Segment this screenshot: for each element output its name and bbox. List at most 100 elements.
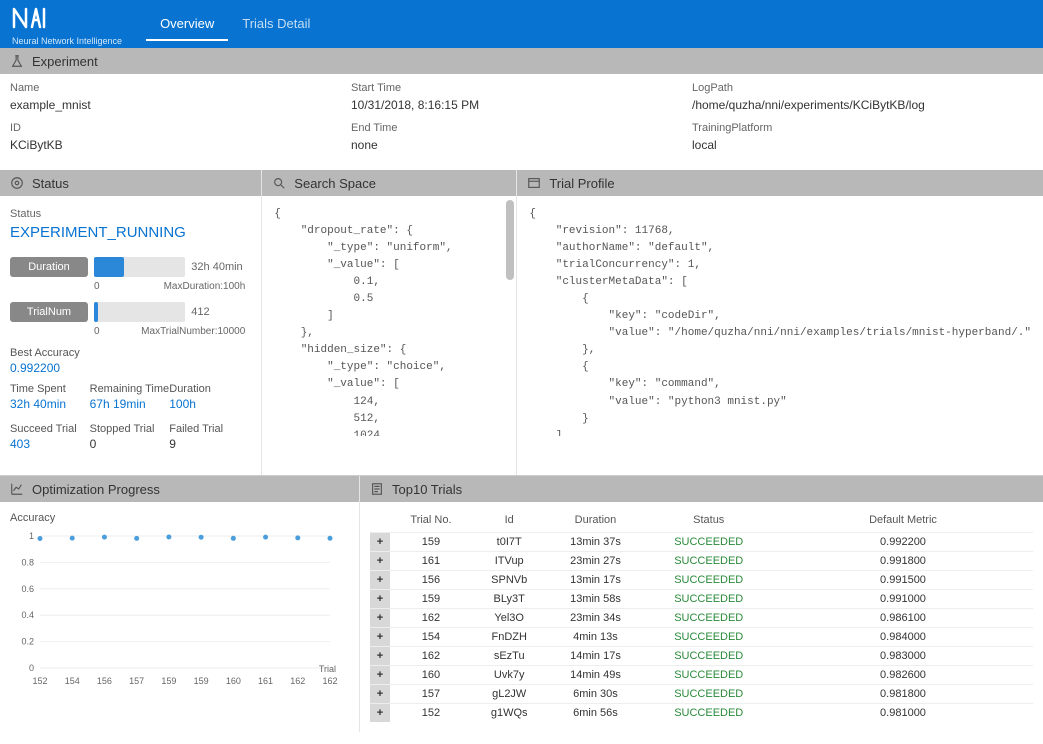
expand-row-button[interactable]: + (370, 552, 390, 571)
start-time-value: 10/31/2018, 8:16:15 PM (351, 98, 692, 112)
failed-label: Failed Trial (169, 423, 249, 435)
duration-min: 0 (94, 281, 100, 292)
status-value: EXPERIMENT_RUNNING (10, 224, 251, 241)
experiment-info: Name example_mnist ID KCiBytKB Start Tim… (0, 74, 1043, 170)
table-row: +162sEzTu14min 17sSUCCEEDED0.983000 (370, 647, 1033, 666)
svg-text:0.4: 0.4 (21, 610, 34, 620)
cell-duration: 13min 37s (546, 533, 644, 552)
cell-metric: 0.991800 (773, 552, 1033, 571)
top10-title: Top10 Trials (392, 482, 462, 497)
cell-trialno: 161 (390, 552, 472, 571)
end-time-label: End Time (351, 122, 692, 134)
trialnum-bar-value: 412 (191, 306, 251, 318)
tab-overview[interactable]: Overview (146, 8, 228, 41)
cell-status: SUCCEEDED (644, 552, 773, 571)
flask-icon (10, 54, 24, 68)
expand-row-button[interactable]: + (370, 704, 390, 723)
dur2-label: Duration (169, 383, 249, 395)
svg-text:154: 154 (65, 676, 80, 686)
col-id: Id (472, 508, 547, 533)
cell-metric: 0.986100 (773, 609, 1033, 628)
status-label: Status (10, 208, 251, 220)
cell-status: SUCCEEDED (644, 533, 773, 552)
cell-trialno: 160 (390, 666, 472, 685)
logpath-label: LogPath (692, 82, 1033, 94)
svg-text:160: 160 (226, 676, 241, 686)
time-spent-label: Time Spent (10, 383, 90, 395)
cell-duration: 13min 17s (546, 571, 644, 590)
logpath-value: /home/quzha/nni/experiments/KCiBytKB/log (692, 98, 1033, 112)
best-acc-value: 0.992200 (10, 361, 251, 375)
expand-row-button[interactable]: + (370, 666, 390, 685)
status-section-header: Status (0, 170, 261, 196)
cell-duration: 13min 58s (546, 590, 644, 609)
cell-trialno: 154 (390, 628, 472, 647)
trialnum-max: MaxTrialNumber:10000 (141, 326, 245, 337)
svg-text:156: 156 (97, 676, 112, 686)
main-tabs: Overview Trials Detail (146, 8, 324, 41)
top10-section-header: Top10 Trials (360, 476, 1043, 502)
col-metric: Default Metric (773, 508, 1033, 533)
dur2-value: 100h (169, 397, 249, 411)
expand-row-button[interactable]: + (370, 628, 390, 647)
expand-row-button[interactable]: + (370, 685, 390, 704)
stopped-label: Stopped Trial (90, 423, 170, 435)
tab-trials-detail[interactable]: Trials Detail (228, 8, 324, 41)
cell-id: t0I7T (472, 533, 547, 552)
cell-status: SUCCEEDED (644, 666, 773, 685)
cell-status: SUCCEEDED (644, 609, 773, 628)
cell-status: SUCCEEDED (644, 590, 773, 609)
table-row: +157gL2JW6min 30sSUCCEEDED0.981800 (370, 685, 1033, 704)
cell-status: SUCCEEDED (644, 571, 773, 590)
trialnum-min: 0 (94, 326, 100, 337)
cell-duration: 6min 30s (546, 685, 644, 704)
nni-logo-icon (12, 3, 56, 31)
trial-profile-content: { "revision": 11768, "authorName": "defa… (517, 196, 1043, 436)
svg-text:0.6: 0.6 (21, 584, 34, 594)
col-status: Status (644, 508, 773, 533)
cell-trialno: 156 (390, 571, 472, 590)
cell-metric: 0.991500 (773, 571, 1033, 590)
search-space-scrollbar[interactable] (506, 200, 514, 280)
profile-icon (527, 176, 541, 190)
cell-metric: 0.992200 (773, 533, 1033, 552)
cell-duration: 6min 56s (546, 704, 644, 723)
trialnum-bar-label: TrialNum (10, 302, 88, 322)
failed-value: 9 (169, 437, 249, 451)
cell-metric: 0.983000 (773, 647, 1033, 666)
experiment-section-header: Experiment (0, 48, 1043, 74)
remaining-label: Remaining Time (90, 383, 170, 395)
opt-chart: 00.20.40.60.8115215415615715915916016116… (10, 530, 340, 690)
search-icon (272, 176, 286, 190)
id-label: ID (10, 122, 351, 134)
trialnum-bar (94, 302, 185, 322)
search-space-title: Search Space (294, 176, 376, 191)
stopped-value: 0 (90, 437, 170, 451)
best-acc-label: Best Accuracy (10, 347, 251, 359)
expand-row-button[interactable]: + (370, 571, 390, 590)
cell-id: FnDZH (472, 628, 547, 647)
expand-row-button[interactable]: + (370, 647, 390, 666)
col-duration: Duration (546, 508, 644, 533)
cell-status: SUCCEEDED (644, 704, 773, 723)
cell-metric: 0.981000 (773, 704, 1033, 723)
expand-row-button[interactable]: + (370, 590, 390, 609)
platform-value: local (692, 138, 1033, 152)
opt-progress-section-header: Optimization Progress (0, 476, 359, 502)
svg-text:1: 1 (29, 531, 34, 541)
duration-bar-fill (94, 257, 124, 277)
expand-row-button[interactable]: + (370, 609, 390, 628)
duration-bar (94, 257, 185, 277)
platform-label: TrainingPlatform (692, 122, 1033, 134)
trial-profile-title: Trial Profile (549, 176, 614, 191)
svg-text:157: 157 (129, 676, 144, 686)
cell-trialno: 157 (390, 685, 472, 704)
cell-trialno: 159 (390, 590, 472, 609)
opt-progress-title: Optimization Progress (32, 482, 160, 497)
expand-row-button[interactable]: + (370, 533, 390, 552)
cell-metric: 0.991000 (773, 590, 1033, 609)
chart-icon (10, 482, 24, 496)
table-row: +159t0I7T13min 37sSUCCEEDED0.992200 (370, 533, 1033, 552)
cell-id: sEzTu (472, 647, 547, 666)
status-title: Status (32, 176, 69, 191)
